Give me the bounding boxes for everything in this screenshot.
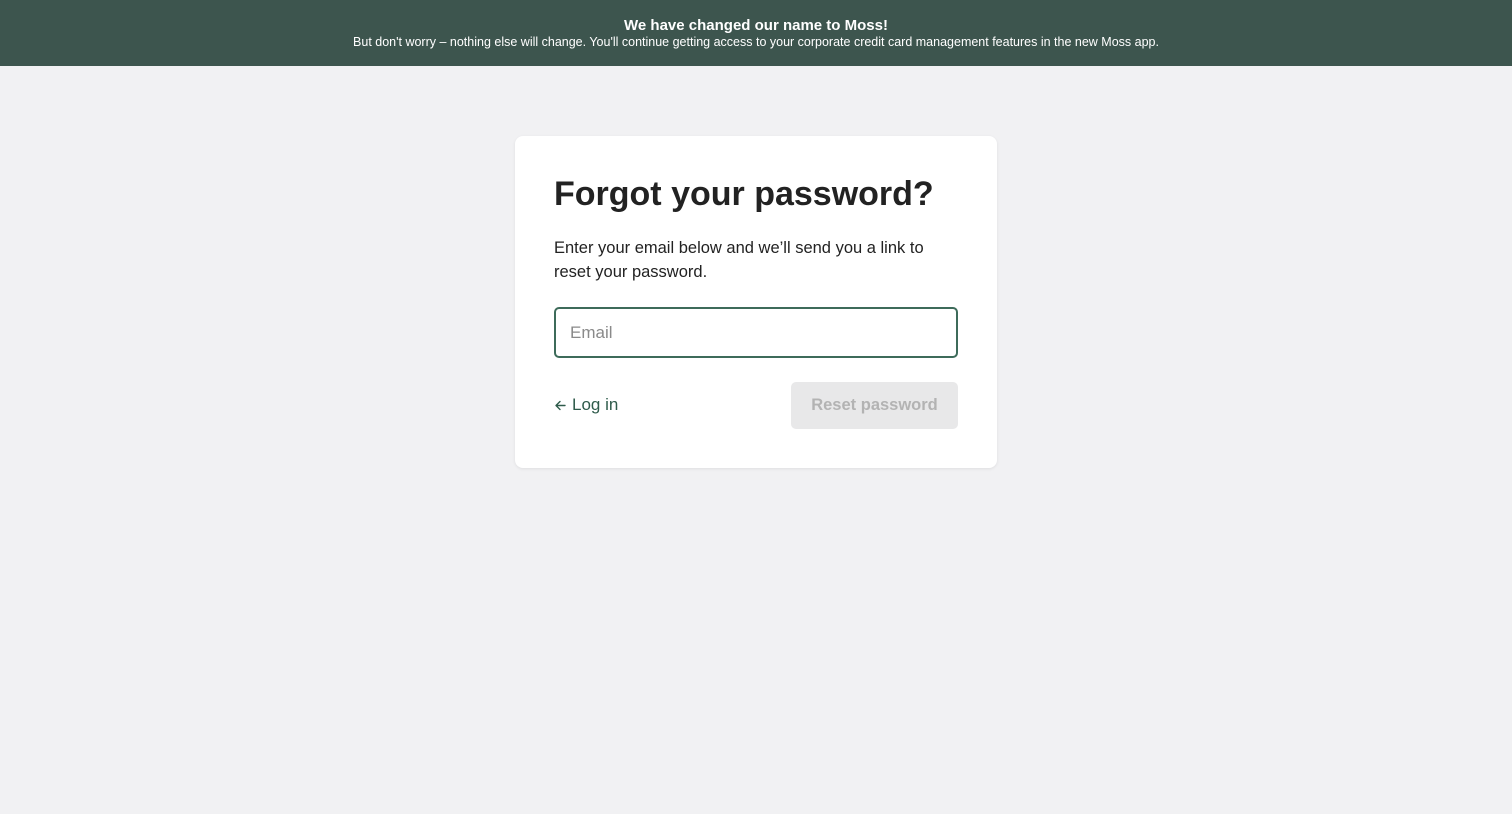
announcement-banner: We have changed our name to Moss! But do…: [0, 0, 1512, 66]
page-title: Forgot your password?: [554, 175, 934, 213]
banner-title: We have changed our name to Moss!: [624, 17, 888, 34]
instructions-text: Enter your email below and we’ll send yo…: [554, 239, 924, 281]
login-link-label: Log in: [572, 395, 619, 414]
login-link[interactable]: Log in: [554, 393, 618, 417]
banner-text: But don't worry – nothing else will chan…: [353, 35, 1159, 49]
arrow-left-icon: [555, 400, 566, 410]
email-field[interactable]: [554, 307, 958, 358]
reset-password-button[interactable]: Reset password: [791, 382, 958, 429]
forgot-password-card: Forgot your password? Enter your email b…: [515, 136, 997, 468]
